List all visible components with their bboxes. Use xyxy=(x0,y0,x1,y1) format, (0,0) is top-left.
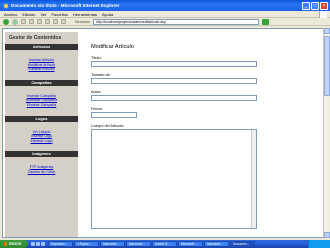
quick-launch xyxy=(31,242,45,246)
link-eliminar-campana[interactable]: Eliminar Campaña xyxy=(5,103,78,108)
section-links-logos: Ver Listado Insertar Logo Eliminar Logo xyxy=(5,122,78,150)
menu-favoritos[interactable]: Favoritos xyxy=(51,12,67,17)
page-title: Modificar Artículo xyxy=(91,44,134,50)
section-links-articulos: Insertar Artículo Modificar Artículo Eli… xyxy=(5,50,78,78)
scroll-thumb[interactable] xyxy=(324,36,330,96)
task-microsoft-2[interactable]: Microsoft... xyxy=(204,241,229,247)
page-viewport: Gestor de Contenidos Artículos Insertar … xyxy=(2,28,324,238)
menu-herramientas[interactable]: Herramientas xyxy=(73,12,97,17)
menu-archivo[interactable]: Archivo xyxy=(4,12,17,17)
task-documento[interactable]: Documen... xyxy=(230,241,255,247)
sidebar-title: Gestor de Contenidos xyxy=(9,35,62,41)
address-label: Dirección xyxy=(75,19,90,24)
cuerpo-textarea[interactable] xyxy=(91,129,257,229)
edit-article-form: Modificar Artículo Título: Tomado de: Au… xyxy=(91,44,321,229)
taskbar: Inicio Reproduc... 3 Explor... Macrome..… xyxy=(0,240,330,248)
stop-icon[interactable] xyxy=(21,19,26,24)
address-input[interactable]: http://localhost/pruyecto/admin/editarti… xyxy=(92,18,259,25)
start-button[interactable]: Inicio xyxy=(0,240,28,248)
fecha-label: Fecha: xyxy=(91,107,103,111)
link-eliminar-logo[interactable]: Eliminar Logo xyxy=(5,139,78,144)
forward-icon[interactable] xyxy=(12,18,18,25)
scroll-up-button[interactable] xyxy=(324,28,330,34)
start-label: Inicio xyxy=(9,241,22,247)
titulo-label: Título: xyxy=(91,56,102,60)
favorites-icon[interactable] xyxy=(53,19,58,24)
tomado-de-input[interactable] xyxy=(91,78,257,84)
maximize-button[interactable]: □ xyxy=(311,1,319,10)
textarea-scrollbar[interactable] xyxy=(251,130,256,228)
task-macromedia-1[interactable]: Macrome... xyxy=(100,241,125,247)
page-scrollbar[interactable] xyxy=(323,28,330,238)
autor-label: Autor: xyxy=(91,90,102,94)
section-links-campanas: Insertar Campaña Modificar Campaña Elimi… xyxy=(5,86,78,114)
fecha-input[interactable] xyxy=(91,112,137,118)
quicklaunch-media-icon[interactable] xyxy=(41,242,45,246)
task-adobe[interactable]: Adobe R... xyxy=(152,241,177,247)
task-reproductor[interactable]: Reproduc... xyxy=(48,241,73,247)
system-tray xyxy=(308,240,330,248)
close-button[interactable]: × xyxy=(320,1,328,10)
task-macromedia-2[interactable]: Macrome... xyxy=(126,241,151,247)
section-links-imagenes: FTP Imágenes Cambio de Clave xyxy=(5,157,78,180)
window-title: Documento sin título - Microsoft Interne… xyxy=(11,3,120,8)
menu-ayuda[interactable]: Ayuda xyxy=(102,12,113,17)
history-icon[interactable] xyxy=(61,19,66,24)
navigation-toolbar: Dirección http://localhost/pruyecto/admi… xyxy=(0,18,330,26)
tomado-de-label: Tomado de: xyxy=(91,73,111,77)
sidebar: Gestor de Contenidos Artículos Insertar … xyxy=(5,32,78,237)
refresh-icon[interactable] xyxy=(29,19,34,24)
link-eliminar-articulo[interactable]: Eliminar Artículo xyxy=(5,67,78,72)
window-controls: _ □ × xyxy=(302,1,328,10)
menu-bar: Archivo Edición Ver Favoritos Herramient… xyxy=(0,11,330,18)
ie-icon xyxy=(3,2,9,9)
minimize-button[interactable]: _ xyxy=(302,1,310,10)
windows-flag-icon xyxy=(3,242,7,246)
menu-edicion[interactable]: Edición xyxy=(22,12,35,17)
quicklaunch-ie-icon[interactable] xyxy=(31,242,35,246)
back-icon[interactable] xyxy=(3,18,9,25)
titulo-input[interactable] xyxy=(91,61,257,67)
task-explorer[interactable]: 3 Explor... xyxy=(74,241,99,247)
home-icon[interactable] xyxy=(37,19,42,24)
quicklaunch-desktop-icon[interactable] xyxy=(36,242,40,246)
link-cambio-de-clave[interactable]: Cambio de Clave xyxy=(5,170,78,175)
task-microsoft-1[interactable]: Microsoft... xyxy=(178,241,203,247)
menu-ver[interactable]: Ver xyxy=(40,12,46,17)
cuerpo-label: Cuerpo del Artículo: xyxy=(91,124,125,128)
go-button[interactable] xyxy=(261,18,269,25)
search-icon[interactable] xyxy=(45,19,50,24)
window-titlebar: Documento sin título - Microsoft Interne… xyxy=(0,0,330,11)
autor-input[interactable] xyxy=(91,95,257,101)
windows-logo-icon xyxy=(319,11,327,18)
